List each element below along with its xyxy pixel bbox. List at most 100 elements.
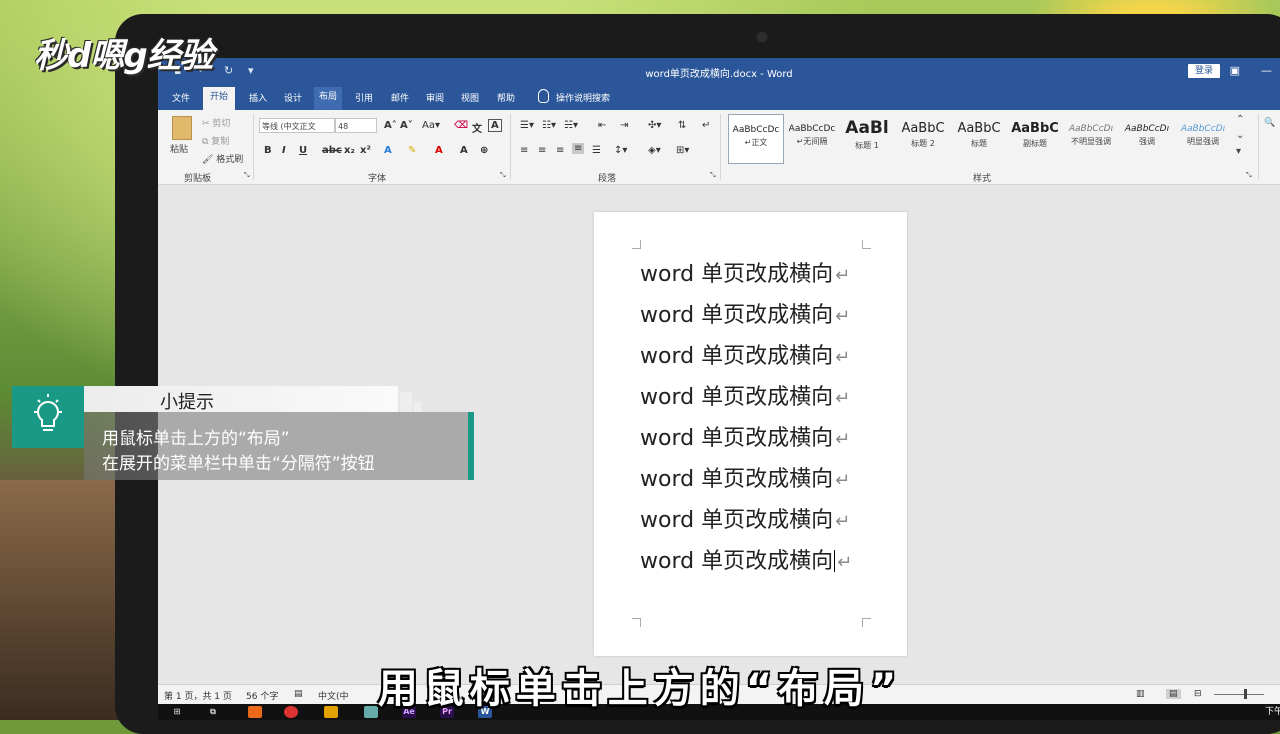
clipboard-group-label: 剪贴板 bbox=[184, 174, 212, 184]
document-line: word 单页改成横向 ↵ bbox=[640, 502, 850, 534]
tab-help[interactable]: 帮助 bbox=[493, 91, 519, 104]
style-heading-1[interactable]: AaBl 标题 1 bbox=[840, 114, 894, 162]
chinese-layout-icon[interactable]: ✣▾ bbox=[648, 120, 661, 131]
superscript-button[interactable]: x² bbox=[360, 145, 371, 156]
tab-view[interactable]: 视图 bbox=[457, 91, 483, 104]
tab-layout[interactable]: 布局 bbox=[314, 87, 343, 110]
style-name: ↵无间隔 bbox=[796, 137, 828, 146]
tip-accent-bar bbox=[468, 412, 474, 480]
bullets-icon[interactable]: ☰▾ bbox=[520, 120, 534, 131]
document-line: word 单页改成横向 ↵ bbox=[640, 379, 850, 411]
align-center-icon[interactable]: ≡ bbox=[538, 145, 546, 156]
char-shading-icon[interactable]: A bbox=[460, 145, 468, 156]
style-no-spacing[interactable]: AaBbCcDc ↵无间隔 bbox=[785, 114, 839, 162]
paragraph-mark: ↵ bbox=[835, 265, 851, 286]
style-name: 明显强调 bbox=[1187, 137, 1219, 146]
paragraph-mark: ↵ bbox=[837, 552, 853, 573]
dialog-launcher-icon[interactable]: ⤡ bbox=[500, 171, 506, 180]
tab-mailings[interactable]: 邮件 bbox=[387, 91, 413, 104]
char-border-icon[interactable]: A bbox=[488, 119, 502, 132]
gallery-up-icon[interactable]: ⌃ bbox=[1236, 114, 1244, 125]
phonetic-guide-icon[interactable]: 文 bbox=[472, 120, 482, 135]
grow-font-icon[interactable]: A˄ bbox=[384, 120, 397, 131]
camera-icon bbox=[755, 30, 769, 44]
increase-indent-icon[interactable]: ⇥ bbox=[620, 120, 628, 131]
tip-line-2: 在展开的菜单栏中单击“分隔符”按钮 bbox=[102, 454, 375, 474]
change-case-icon[interactable]: Aa▾ bbox=[422, 120, 440, 131]
login-button[interactable]: 登录 bbox=[1188, 64, 1220, 78]
shading-icon[interactable]: ◈▾ bbox=[648, 145, 661, 156]
style-subtitle[interactable]: AaBbC 副标题 bbox=[1008, 114, 1062, 162]
format-painter-button[interactable]: 🖌 格式刷 bbox=[202, 152, 243, 165]
gallery-down-icon[interactable]: ⌄ bbox=[1236, 130, 1244, 141]
align-left-icon[interactable]: ≡ bbox=[520, 145, 528, 156]
style-normal[interactable]: AaBbCcDc ↵正文 bbox=[728, 114, 784, 164]
minimize-icon[interactable]: — bbox=[1261, 64, 1272, 77]
justify-icon[interactable]: ≡ bbox=[572, 143, 585, 154]
dialog-launcher-icon[interactable]: ⤡ bbox=[244, 171, 250, 180]
tab-insert[interactable]: 插入 bbox=[245, 91, 271, 104]
highlight-icon[interactable]: ✎ bbox=[408, 145, 416, 156]
ribbon-tabs: 文件 开始 插入 设计 布局 引用 邮件 审阅 视图 帮助 操作说明搜索 bbox=[158, 85, 1280, 110]
font-name-select[interactable]: 等线 (中文正文 bbox=[259, 118, 335, 133]
font-size-select[interactable]: 48 bbox=[335, 118, 377, 133]
document-title: word单页改成横向.docx - Word bbox=[645, 69, 793, 80]
line-text: word 单页改成横向 bbox=[640, 467, 834, 492]
text-effects-icon[interactable]: A bbox=[384, 145, 392, 156]
tab-review[interactable]: 审阅 bbox=[422, 91, 448, 104]
underline-button[interactable]: U bbox=[299, 145, 307, 156]
ribbon-display-icon[interactable]: ▣ bbox=[1230, 64, 1240, 77]
distributed-icon[interactable]: ☰ bbox=[592, 145, 601, 156]
paste-button[interactable]: 粘贴 bbox=[170, 142, 188, 155]
style-name: ↵正文 bbox=[744, 138, 768, 147]
style-name: 副标题 bbox=[1023, 139, 1047, 148]
document-line: word 单页改成横向 ↵ bbox=[640, 543, 852, 575]
tab-home[interactable]: 开始 bbox=[203, 87, 236, 110]
style-title[interactable]: AaBbC 标题 bbox=[952, 114, 1006, 162]
style-name: 不明显强调 bbox=[1071, 137, 1111, 146]
clipboard-icon[interactable] bbox=[172, 116, 192, 140]
divider bbox=[720, 114, 721, 180]
divider bbox=[510, 114, 511, 180]
tip-header bbox=[84, 386, 398, 412]
gallery-more-icon[interactable]: ▾ bbox=[1236, 146, 1241, 157]
tab-references[interactable]: 引用 bbox=[351, 91, 377, 104]
style-heading-2[interactable]: AaBbC 标题 2 bbox=[896, 114, 950, 162]
clear-format-icon[interactable]: ⌫ bbox=[454, 120, 468, 131]
tab-file[interactable]: 文件 bbox=[168, 91, 194, 104]
document-page[interactable]: word 单页改成横向 ↵ word 单页改成横向 ↵ word 单页改成横向 ↵ w… bbox=[594, 212, 907, 656]
margin-corner bbox=[632, 240, 641, 249]
divider bbox=[1258, 114, 1259, 180]
find-icon[interactable]: 🔍 bbox=[1264, 118, 1275, 128]
align-right-icon[interactable]: ≡ bbox=[556, 145, 564, 156]
style-subtle-emphasis[interactable]: AaBbCcDı 不明显强调 bbox=[1064, 114, 1118, 162]
multilevel-list-icon[interactable]: ☵▾ bbox=[564, 120, 578, 131]
subscript-button[interactable]: x₂ bbox=[344, 145, 355, 156]
style-sample: AaBbC bbox=[901, 121, 945, 136]
enclose-char-icon[interactable]: ⊕ bbox=[480, 145, 488, 156]
strikethrough-button[interactable]: abc bbox=[322, 145, 342, 156]
font-group-label: 字体 bbox=[368, 174, 387, 184]
tab-design[interactable]: 设计 bbox=[280, 91, 306, 104]
style-intense-emphasis[interactable]: AaBbCcDı 明显强调 bbox=[1176, 114, 1230, 162]
video-subtitle: 用鼠标单击上方的“布局” bbox=[377, 666, 903, 712]
dialog-launcher-icon[interactable]: ⤡ bbox=[710, 171, 716, 180]
decrease-indent-icon[interactable]: ⇤ bbox=[598, 120, 606, 131]
font-color-icon[interactable]: A bbox=[435, 145, 443, 156]
copy-button[interactable]: ⧉ 复制 bbox=[202, 134, 229, 147]
sort-icon[interactable]: ⇅ bbox=[678, 120, 686, 131]
dialog-launcher-icon[interactable]: ⤡ bbox=[1246, 171, 1252, 180]
borders-icon[interactable]: ⊞▾ bbox=[676, 145, 689, 156]
lightbulb-icon bbox=[538, 89, 549, 103]
italic-button[interactable]: I bbox=[282, 145, 286, 156]
tell-me-search[interactable]: 操作说明搜索 bbox=[552, 91, 614, 104]
style-sample: AaBbC bbox=[957, 121, 1001, 136]
style-emphasis[interactable]: AaBbCcDı 强调 bbox=[1120, 114, 1174, 162]
cut-button[interactable]: ✂ 剪切 bbox=[202, 116, 230, 129]
style-sample: AaBbC bbox=[1011, 121, 1059, 136]
shrink-font-icon[interactable]: A˅ bbox=[400, 120, 413, 131]
line-spacing-icon[interactable]: ↕▾ bbox=[614, 145, 627, 156]
bold-button[interactable]: B bbox=[264, 145, 272, 156]
numbering-icon[interactable]: ☷▾ bbox=[542, 120, 556, 131]
show-marks-icon[interactable]: ↵ bbox=[702, 120, 710, 131]
